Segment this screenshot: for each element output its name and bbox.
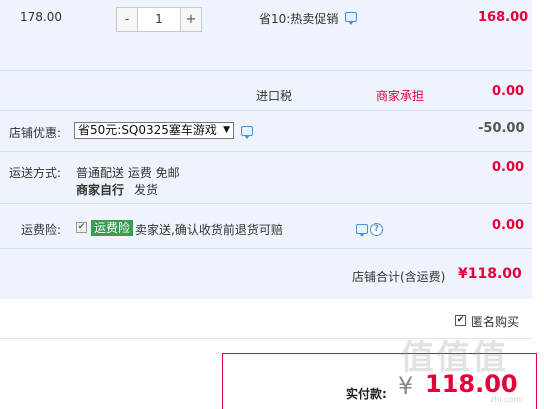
promo-text: 省10:热卖促销 [259, 12, 339, 26]
import-tax-label: 进口税 [256, 89, 293, 103]
unit-price: 178.00 [20, 10, 62, 24]
import-tax-bearer: 商家承担 [376, 89, 425, 103]
import-tax-amount: 0.00 [492, 84, 525, 99]
anonymous-label: 匿名购买 [471, 315, 520, 329]
chat-icon[interactable] [241, 126, 253, 139]
insurance-tag: 运费险 [91, 220, 134, 236]
shipping-carrier-suffix: 发货 [134, 183, 159, 197]
store-total-amount: ¥118.00 [458, 266, 522, 282]
quantity-stepper[interactable]: - 1 + [116, 7, 202, 32]
divider [0, 248, 532, 249]
discount-select-value: 省50元:SQ0325塞车游戏 [78, 123, 217, 137]
item-subtotal: 168.00 [478, 10, 529, 25]
quantity-input[interactable]: 1 [137, 8, 181, 31]
dropdown-arrow-icon: ▼ [223, 125, 230, 135]
payment-label: 实付款: [346, 387, 387, 401]
store-discount-label: 店铺优惠: [9, 126, 62, 140]
divider [0, 151, 532, 152]
insurance-desc: 卖家送,确认收货前退货可赔 [135, 223, 283, 237]
store-total-label: 店铺合计(含运费) [352, 270, 446, 284]
shipping-amount: 0.00 [492, 160, 525, 175]
divider [0, 110, 532, 111]
discount-select[interactable]: 省50元:SQ0325塞车游戏 ▼ [74, 122, 234, 139]
insurance-checkbox[interactable]: ✔ [76, 222, 87, 233]
order-panel [0, 0, 532, 299]
divider [0, 70, 532, 71]
qty-decrease-button[interactable]: - [117, 8, 137, 31]
anonymous-checkbox[interactable]: ✔ [455, 315, 466, 326]
watermark: 值值值 [400, 338, 508, 378]
shipping-label: 运送方式: [9, 166, 62, 180]
help-icon[interactable]: ? [370, 223, 383, 236]
divider [0, 203, 532, 204]
shipping-method: 普通配送 运费 免邮 [76, 166, 180, 180]
insurance-label: 运费险: [21, 223, 62, 237]
watermark-site: zhi.com [490, 395, 522, 404]
chat-icon[interactable] [345, 12, 357, 25]
insurance-amount: 0.00 [492, 218, 525, 233]
store-discount-amount: -50.00 [478, 121, 525, 136]
shipping-carrier: 商家自行 [76, 183, 125, 197]
qty-increase-button[interactable]: + [181, 8, 201, 31]
chat-icon[interactable] [356, 224, 368, 237]
